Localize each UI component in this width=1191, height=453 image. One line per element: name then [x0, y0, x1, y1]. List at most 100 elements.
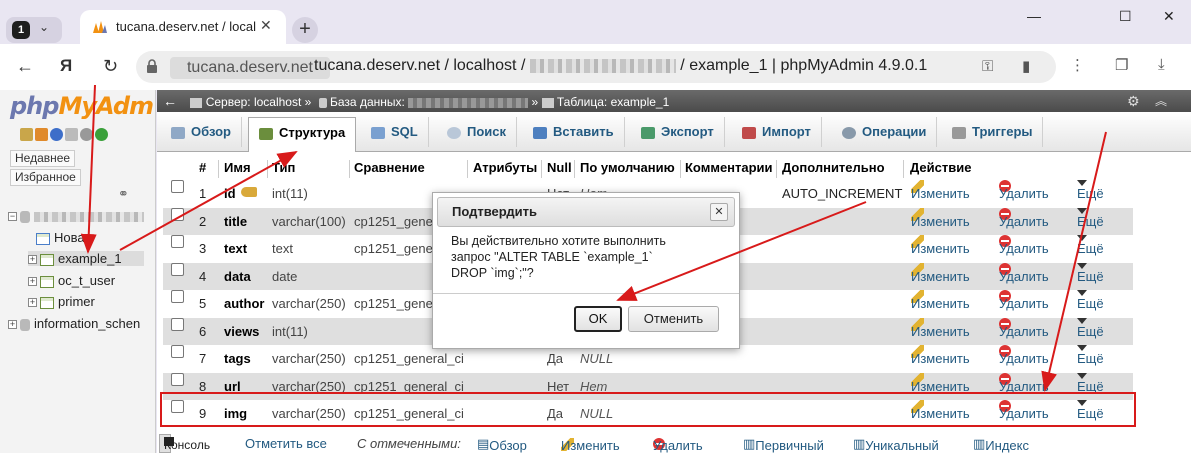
column-name: text	[224, 241, 248, 256]
maximize-icon[interactable]: ☐	[1119, 8, 1132, 25]
recent-button[interactable]: Недавнее	[10, 150, 76, 167]
tab-export[interactable]: Экспорт	[631, 117, 725, 147]
close-tab-icon[interactable]: ✕	[260, 17, 272, 34]
collections-icon[interactable]: ❐	[1115, 56, 1128, 74]
favorites-button[interactable]: Избранное	[10, 169, 81, 186]
tab-sql[interactable]: SQL	[361, 117, 429, 147]
column-type: varchar(250)	[272, 296, 346, 311]
bulk-browse-button[interactable]: ▤ Обзор	[477, 436, 527, 453]
url-field[interactable]: tucana.deserv.net tucana.deserv.net / lo…	[136, 51, 1056, 83]
collapse-arrow-icon[interactable]: ←	[163, 93, 177, 109]
tree-table-oc_t_user[interactable]: + oc_t_user	[28, 273, 115, 288]
row-checkbox[interactable]	[171, 235, 184, 248]
row-checkbox[interactable]	[171, 290, 184, 303]
refresh-icon[interactable]	[95, 128, 108, 142]
col-header-name[interactable]: Имя	[224, 160, 251, 175]
lock-icon	[147, 59, 157, 73]
more-vertical-icon[interactable]: ⋮	[1070, 56, 1085, 74]
col-header-collation[interactable]: Сравнение	[354, 160, 425, 175]
tree-db-information-schema[interactable]: + information_schen	[8, 316, 140, 331]
column-name: title	[224, 213, 248, 229]
breadcrumb-table[interactable]: Таблица: example_1	[557, 95, 669, 109]
column-null: Да	[547, 351, 564, 366]
tab-counter-button[interactable]: 1 ⌄	[6, 17, 62, 43]
tree-db-blurred[interactable]: −	[8, 208, 144, 223]
bulk-primary-button[interactable]: ▥ Первичный	[743, 436, 824, 453]
primary-key-icon	[241, 187, 257, 197]
console-button[interactable]: Консоль	[159, 434, 210, 453]
row-checkbox[interactable]	[171, 372, 184, 386]
confirm-dialog: Подтвердить ✕ Вы действительно хотите вы…	[432, 192, 740, 349]
link-icon[interactable]: ⚭	[118, 186, 129, 202]
col-header-type[interactable]: Тип	[272, 160, 295, 175]
cancel-button[interactable]: Отменить	[628, 306, 719, 332]
annotation-highlight-box	[160, 392, 1136, 427]
row-checkbox[interactable]	[171, 207, 184, 221]
bulk-unique-button[interactable]: ▥ Уникальный	[853, 436, 939, 453]
gear-icon[interactable]: ⚙	[1127, 90, 1140, 112]
tab-structure[interactable]: Структура	[248, 117, 357, 152]
phpmyadmin-logo[interactable]: phpMyAdm	[10, 92, 154, 120]
tab-browse[interactable]: Обзор	[161, 117, 242, 147]
column-type: int(11)	[272, 323, 308, 339]
col-header-null[interactable]: Null	[547, 160, 572, 175]
column-type: varchar(250)	[272, 351, 346, 366]
back-arrow-icon[interactable]: ←	[16, 56, 34, 77]
tab-operations[interactable]: Операции	[832, 117, 938, 147]
url-host: tucana.deserv.net	[170, 57, 330, 79]
dialog-divider	[433, 293, 739, 294]
help-icon[interactable]	[50, 128, 63, 142]
bookmark-icon[interactable]: ▮	[1022, 57, 1030, 75]
minimize-icon[interactable]: —	[1027, 8, 1041, 24]
translate-icon[interactable]: ⚿	[982, 58, 993, 75]
column-name: author	[224, 296, 265, 311]
bottom-actions-bar: Консоль Отметить все С отмеченными: ▤ Об…	[157, 434, 1191, 453]
navigation-panel: phpMyAdm Недавнее Избранное ⚭ − Новая + e…	[0, 90, 156, 453]
row-checkbox[interactable]	[171, 317, 184, 331]
collapse-up-icon[interactable]: ︽	[1155, 90, 1167, 112]
tree-new-table[interactable]: Новая	[36, 230, 92, 245]
row-number: 3	[199, 241, 207, 256]
reload-icon[interactable]: ↻	[103, 56, 118, 77]
nav-icons-row	[20, 126, 110, 142]
row-checkbox[interactable]	[171, 180, 184, 193]
col-header-comments[interactable]: Комментарии	[685, 160, 773, 175]
col-header-extra[interactable]: Дополнительно	[782, 160, 885, 175]
breadcrumb-server[interactable]: Сервер: localhost »	[206, 95, 312, 109]
gear-icon[interactable]	[80, 128, 93, 142]
home-icon[interactable]	[20, 128, 33, 142]
logout-icon[interactable]	[35, 128, 48, 142]
bulk-index-button[interactable]: ▥ Индекс	[973, 436, 1029, 453]
check-all-link[interactable]: Отметить все	[245, 436, 327, 451]
close-window-icon[interactable]: ✕	[1163, 8, 1175, 25]
new-tab-button[interactable]: +	[292, 17, 318, 43]
ok-button[interactable]: OK	[574, 306, 622, 332]
tab-insert[interactable]: Вставить	[523, 117, 625, 147]
tree-table-example_1[interactable]: + example_1	[28, 251, 144, 266]
dialog-close-icon[interactable]: ✕	[710, 203, 728, 221]
tab-triggers[interactable]: Триггеры	[942, 117, 1044, 147]
col-header-attributes[interactable]: Атрибуты	[473, 160, 537, 175]
download-icon[interactable]: ⤓	[1158, 56, 1165, 73]
row-number: 1	[199, 186, 207, 201]
row-checkbox[interactable]	[171, 262, 184, 276]
with-selected-label: С отмеченными:	[357, 436, 461, 451]
tree-table-primer[interactable]: + primer	[28, 294, 95, 309]
dialog-title: Подтвердить	[452, 204, 538, 219]
table-header: # Имя Тип Сравнение Атрибуты Null По умо…	[163, 160, 1133, 178]
dialog-message-line: DROP `img`;"?	[451, 266, 534, 280]
browser-tab[interactable]: tucana.deserv.net / localhost ✕	[80, 10, 286, 44]
column-name: tags	[224, 351, 251, 366]
yandex-logo-icon[interactable]: Я	[60, 56, 72, 76]
docs-icon[interactable]	[65, 128, 78, 142]
column-type: varchar(100)	[272, 213, 346, 229]
tab-import[interactable]: Импорт	[732, 117, 822, 147]
tab-search[interactable]: Поиск	[437, 117, 518, 147]
dialog-message-line: запрос "ALTER TABLE `example_1`	[451, 250, 653, 264]
row-checkbox[interactable]	[171, 345, 184, 358]
breadcrumb-database[interactable]: База данных:	[330, 95, 405, 109]
col-header-default[interactable]: По умолчанию	[580, 160, 675, 175]
table-row: 7 tags varchar(250) cp1251_general_ci Да NULL…	[163, 345, 1133, 372]
tab-title: tucana.deserv.net / localhost	[116, 19, 256, 34]
column-type: int(11)	[272, 186, 308, 201]
